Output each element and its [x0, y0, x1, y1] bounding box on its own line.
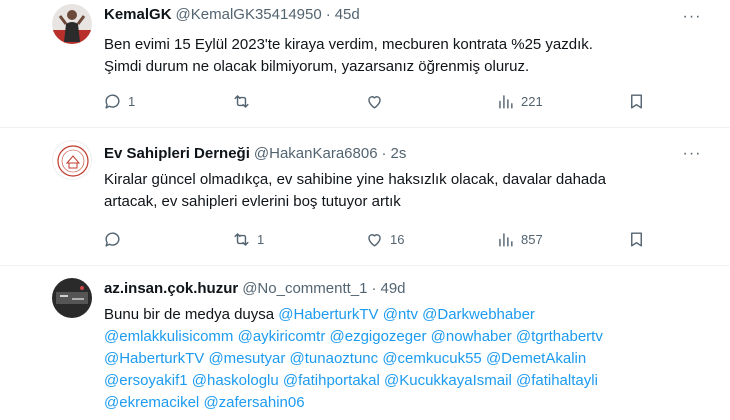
like-button[interactable]: 16: [365, 229, 404, 249]
tweet-header: Ev Sahipleri Derneği @HakanKara6806 · 2s: [104, 145, 406, 162]
reply-button[interactable]: [103, 229, 128, 249]
tweet-header: KemalGK @KemalGK35414950 · 45d: [104, 6, 360, 23]
retweet-button[interactable]: 1: [232, 229, 264, 249]
user-handle[interactable]: @HakanKara6806: [254, 145, 378, 162]
timestamp[interactable]: 2s: [391, 145, 407, 162]
reply-button[interactable]: 1: [103, 91, 135, 111]
reply-icon: [105, 93, 120, 109]
retweet-icon: [234, 232, 249, 246]
tweet-intro: Bunu bir de medya duysa: [104, 306, 275, 323]
separator: ·: [325, 6, 331, 23]
bookmark-icon: [631, 93, 642, 109]
heart-icon: [368, 233, 381, 247]
tweet-text: Kiralar güncel olmadıkça, ev sahibine yi…: [104, 169, 704, 213]
mention-link[interactable]: @zafersahin06: [203, 394, 304, 411]
bookmark-icon: [631, 231, 642, 247]
more-options-icon[interactable]: ···: [680, 7, 704, 27]
mention-link[interactable]: @aykiricomtr: [238, 328, 326, 345]
timestamp[interactable]: 49d: [380, 280, 405, 297]
tweet-text-line: Ben evimi 15 Eylül 2023'te kiraya verdim…: [104, 36, 593, 53]
association-logo-icon: [53, 141, 91, 179]
tweet-az-insan[interactable]: az.insan.çok.huzur @No_commentt_1 · 49d …: [0, 266, 730, 420]
avatar[interactable]: [52, 4, 92, 44]
tweet-ev-sahipleri[interactable]: Ev Sahipleri Derneği @HakanKara6806 · 2s…: [0, 128, 730, 266]
mention-link[interactable]: @haskologlu: [192, 372, 279, 389]
mention-link[interactable]: @nowhaber: [431, 328, 512, 345]
display-name[interactable]: KemalGK: [104, 6, 172, 23]
views-button[interactable]: 857: [496, 229, 543, 249]
separator: ·: [381, 145, 387, 162]
avatar[interactable]: [52, 278, 92, 318]
mention-link[interactable]: @ntv: [383, 306, 418, 323]
reply-count: 1: [128, 93, 136, 109]
share-button[interactable]: [627, 229, 646, 249]
tweet-header: az.insan.çok.huzur @No_commentt_1 · 49d: [104, 280, 406, 297]
mention-link[interactable]: @KucukkayaIsmail: [384, 372, 512, 389]
tweet-text-line: Bunu bir de medya duysa @HaberturkTV @nt…: [104, 304, 704, 326]
mention-link[interactable]: @cemkucuk55: [382, 350, 481, 367]
tweet-text: Bunu bir de medya duysa @HaberturkTV @nt…: [104, 304, 704, 414]
mention-link[interactable]: @DemetAkalin: [486, 350, 586, 367]
heart-icon: [368, 95, 381, 109]
mention-link[interactable]: @HaberturkTV: [278, 306, 378, 323]
views-icon: [499, 94, 513, 109]
tweet-text-line: @HaberturkTV @mesutyar @tunaoztunc @cemk…: [104, 348, 704, 370]
dark-photo-icon: [52, 278, 92, 318]
user-handle[interactable]: @No_commentt_1: [242, 280, 367, 297]
display-name[interactable]: Ev Sahipleri Derneği: [104, 145, 250, 162]
mention-link[interactable]: @ersoyakif1: [104, 372, 188, 389]
mention-link[interactable]: @HaberturkTV: [104, 350, 204, 367]
mention-link[interactable]: @Darkwebhaber: [422, 306, 535, 323]
tweet-kemalgk[interactable]: KemalGK @KemalGK35414950 · 45d ··· Ben e…: [0, 0, 730, 128]
share-button[interactable]: [627, 91, 646, 111]
more-options-icon[interactable]: ···: [680, 144, 704, 164]
mention-link[interactable]: @emlakkulisicomm: [104, 328, 233, 345]
tweet-text-line: artacak, ev sahipleri evlerini boş tutuy…: [104, 193, 401, 210]
timestamp[interactable]: 45d: [335, 6, 360, 23]
tweet-text-line: @ersoyakif1 @haskologlu @fatihportakal @…: [104, 370, 704, 392]
tweet-text-line: @ekremacikel @zafersahin06: [104, 392, 704, 414]
retweet-button[interactable]: [232, 91, 257, 111]
retweet-icon: [234, 94, 249, 108]
display-name[interactable]: az.insan.çok.huzur: [104, 280, 238, 297]
mention-link[interactable]: @ezgigozeger: [330, 328, 427, 345]
views-count: 221: [521, 93, 543, 109]
separator: ·: [371, 280, 377, 297]
reply-icon: [105, 231, 120, 247]
tweet-text-line: Şimdi durum ne olacak bilmiyorum, yazars…: [104, 58, 530, 75]
person-photo-icon: [52, 4, 92, 44]
user-handle[interactable]: @KemalGK35414950: [176, 6, 322, 23]
tweet-text-line: @emlakkulisicomm @aykiricomtr @ezgigozeg…: [104, 326, 704, 348]
tweet-text-line: Kiralar güncel olmadıkça, ev sahibine yi…: [104, 171, 606, 188]
retweet-count: 1: [257, 231, 265, 247]
views-count: 857: [521, 231, 543, 247]
mention-link[interactable]: @ekremacikel: [104, 394, 199, 411]
mention-link[interactable]: @mesutyar: [208, 350, 285, 367]
avatar[interactable]: [52, 140, 92, 180]
views-button[interactable]: 221: [496, 91, 543, 111]
like-button[interactable]: [365, 91, 390, 111]
mention-link[interactable]: @fatihaltayli: [516, 372, 598, 389]
views-icon: [499, 232, 513, 247]
tweet-text: Ben evimi 15 Eylül 2023'te kiraya verdim…: [104, 34, 704, 78]
mention-link[interactable]: @fatihportakal: [283, 372, 380, 389]
mention-link[interactable]: @tgrthabertv: [516, 328, 603, 345]
mention-link[interactable]: @tunaoztunc: [290, 350, 379, 367]
like-count: 16: [390, 231, 405, 247]
